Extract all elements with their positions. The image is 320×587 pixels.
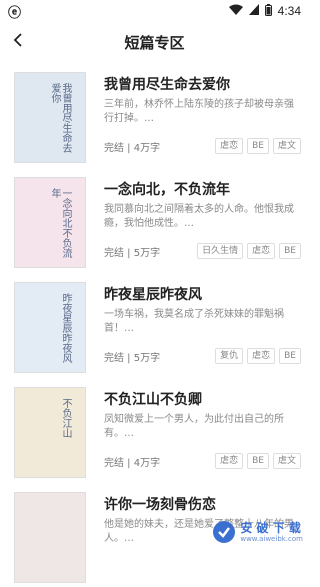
- nav-bar: 短篇专区: [0, 22, 309, 62]
- page-title: 短篇专区: [124, 33, 185, 52]
- genre-tag: BE: [247, 453, 269, 469]
- chevron-left-icon: [13, 32, 23, 52]
- signal-icon: [248, 4, 259, 18]
- genre-tag: 复仇: [215, 348, 244, 364]
- cover-title: 我曾用尽生命去爱你: [49, 83, 71, 153]
- genre-tag: BE: [279, 348, 301, 364]
- genre-tag: 虐文: [272, 453, 301, 469]
- book-description: 我同慕向北之间隔着太多的人命。他恨我成瘾，我怕他成性。…: [104, 204, 294, 229]
- app-icon: ⓔ: [8, 5, 22, 21]
- book-meta: 完结 | 4万字: [104, 143, 161, 154]
- watermark-logo-icon: [213, 521, 236, 543]
- book-cover[interactable]: 昨夜星辰昨夜风: [14, 282, 86, 373]
- book-title[interactable]: 昨夜星辰昨夜风: [104, 284, 202, 304]
- book-cover[interactable]: [14, 492, 86, 583]
- genre-tag: 虐恋: [247, 243, 276, 259]
- status-bar: ⓔ 4:34: [0, 0, 309, 22]
- book-cover[interactable]: 不负江山: [14, 387, 86, 478]
- book-title[interactable]: 许你一场刻骨伤恋: [104, 494, 216, 514]
- tag-list: 复仇 虐恋 BE: [215, 348, 301, 364]
- watermark: 安 破 下 载 www.aiweibk.com: [212, 520, 303, 544]
- book-cover[interactable]: 一念向北不负流年: [14, 177, 86, 268]
- genre-tag: BE: [247, 138, 269, 154]
- book-title[interactable]: 我曾用尽生命去爱你: [104, 74, 230, 94]
- book-cover[interactable]: 我曾用尽生命去爱你: [14, 72, 86, 163]
- cover-title: 一念向北不负流年: [49, 188, 71, 258]
- watermark-url: www.aiweibk.com: [240, 534, 303, 543]
- back-button[interactable]: [8, 30, 28, 54]
- book-description: 三年前，林乔怀上陆东陵的孩子却被母亲强行打掉。…: [104, 99, 294, 124]
- book-meta: 完结 | 5万字: [104, 353, 161, 364]
- book-list: 我曾用尽生命去爱你 我曾用尽生命去爱你 三年前，林乔怀上陆东陵的孩子却被母亲强行…: [0, 62, 309, 587]
- status-time: 4:34: [277, 4, 301, 18]
- cover-title: 昨夜星辰昨夜风: [60, 293, 71, 363]
- genre-tag: 虐恋: [215, 453, 244, 469]
- genre-tag: BE: [279, 243, 301, 259]
- battery-icon: [264, 3, 272, 19]
- book-title[interactable]: 不负江山不负卿: [104, 389, 202, 409]
- genre-tag: 虐恋: [247, 348, 276, 364]
- book-title[interactable]: 一念向北，不负流年: [104, 179, 230, 199]
- book-description: 一场车祸，我莫名成了杀死妹妹的罪魁祸首！…: [104, 309, 284, 334]
- book-meta: 完结 | 4万字: [104, 458, 161, 469]
- book-item[interactable]: 昨夜星辰昨夜风 昨夜星辰昨夜风 一场车祸，我莫名成了杀死妹妹的罪魁祸首！… 完结…: [0, 272, 309, 377]
- tag-list: 虐恋 BE 虐文: [215, 138, 301, 154]
- book-item[interactable]: 不负江山 不负江山不负卿 凤知微爱上一个男人，为此付出自己的所有。… 完结 | …: [0, 377, 309, 482]
- tag-list: 日久生情 虐恋 BE: [197, 243, 301, 259]
- book-meta: 完结 | 5万字: [104, 248, 161, 259]
- watermark-text: 安 破 下 载: [240, 520, 301, 535]
- tag-list: 虐恋 BE 虐文: [215, 453, 301, 469]
- genre-tag: 日久生情: [197, 243, 244, 259]
- book-description: 凤知微爱上一个男人，为此付出自己的所有。…: [104, 414, 284, 439]
- book-item[interactable]: 我曾用尽生命去爱你 我曾用尽生命去爱你 三年前，林乔怀上陆东陵的孩子却被母亲强行…: [0, 62, 309, 167]
- cover-title: 不负江山: [60, 398, 71, 438]
- genre-tag: 虐恋: [215, 138, 244, 154]
- book-item[interactable]: 一念向北不负流年 一念向北，不负流年 我同慕向北之间隔着太多的人命。他恨我成瘾，…: [0, 167, 309, 272]
- wifi-icon: [228, 4, 243, 18]
- genre-tag: 虐文: [272, 138, 301, 154]
